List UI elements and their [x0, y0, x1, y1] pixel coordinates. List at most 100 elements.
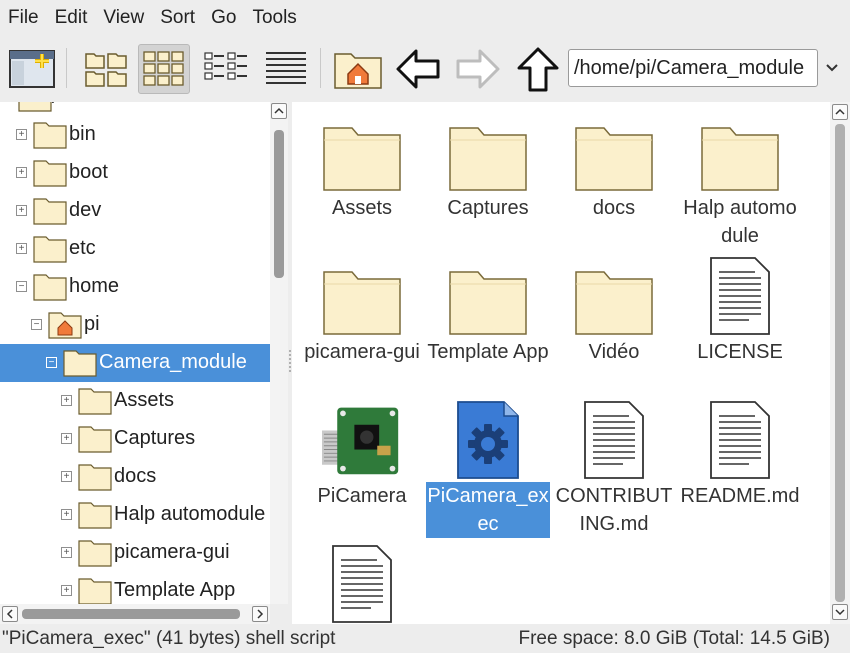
tree-item-assets[interactable]: + Assets [0, 382, 270, 420]
files-scroll-thumb[interactable] [835, 124, 845, 602]
expand-toggle[interactable]: + [61, 395, 72, 406]
tree-item-etc[interactable]: + etc [0, 230, 270, 268]
tree-item-pi[interactable]: − pi [0, 306, 270, 344]
folder-icon [63, 350, 97, 377]
text-file-icon [574, 400, 654, 480]
thumbnail-view-icon [143, 51, 184, 86]
home-button[interactable] [332, 44, 384, 94]
menu-view[interactable]: View [103, 7, 144, 29]
tree-item-dev[interactable]: + dev [0, 192, 270, 230]
tree-horizontal-scrollbar[interactable] [0, 604, 270, 624]
thumbnail-view-button[interactable] [138, 44, 190, 94]
folder-icon [78, 464, 112, 491]
tree-item-captures[interactable]: + Captures [0, 420, 270, 458]
up-arrow-icon [517, 47, 559, 92]
expand-toggle[interactable]: + [61, 471, 72, 482]
tree-item-boot[interactable]: + boot [0, 154, 270, 192]
compact-list-icon [204, 52, 247, 80]
tree-item-home[interactable]: − home [0, 268, 270, 306]
forward-button[interactable] [452, 44, 504, 94]
tree-item-root[interactable]: / [0, 102, 270, 116]
chevron-down-icon [835, 609, 845, 616]
icon-view-button[interactable] [80, 44, 132, 94]
menu-edit[interactable]: Edit [55, 7, 88, 29]
file-item-label: PiCamera_exec [426, 482, 550, 538]
new-window-icon [9, 50, 55, 88]
back-button[interactable] [392, 44, 444, 94]
file-item-label: Vidéo [588, 341, 640, 363]
folder-icon [574, 256, 654, 336]
folder-icon [322, 112, 402, 192]
file-item-label: PiCamera [317, 485, 407, 507]
selection-status: "PiCamera_exec" (41 bytes) shell script [2, 628, 336, 649]
scroll-right-button[interactable] [252, 606, 268, 622]
file-item-label: Halp automodule [683, 197, 797, 247]
expand-toggle[interactable]: + [16, 205, 27, 216]
file-item-label: README.md [680, 485, 800, 507]
tree-item-label: Halp automodule [114, 503, 266, 525]
expand-toggle[interactable]: + [61, 585, 72, 596]
tree-item-halp-automodule[interactable]: + Halp automodule [0, 496, 270, 534]
tree-item-bin[interactable]: + bin [0, 116, 270, 154]
new-window-button[interactable] [6, 44, 58, 94]
tree-item-label: picamera-gui [114, 541, 230, 563]
scroll-down-button[interactable] [832, 604, 848, 620]
compact-view-button[interactable] [200, 44, 252, 94]
tree-hscroll-thumb[interactable] [22, 609, 240, 619]
expand-toggle[interactable]: + [61, 547, 72, 558]
menu-tools[interactable]: Tools [252, 7, 296, 29]
menu-file[interactable]: File [8, 7, 39, 29]
chevron-up-icon [835, 108, 845, 115]
folder-icon [700, 112, 780, 192]
menu-go[interactable]: Go [211, 7, 236, 29]
splitter-grip[interactable] [289, 350, 291, 372]
scroll-up-button[interactable] [832, 104, 848, 120]
detailed-list-icon [266, 52, 306, 84]
expand-toggle[interactable]: + [61, 509, 72, 520]
expand-toggle[interactable]: + [16, 167, 27, 178]
home-folder-icon [334, 53, 382, 89]
location-dropdown-button[interactable] [822, 56, 842, 80]
expand-toggle[interactable]: + [61, 433, 72, 444]
forward-arrow-icon [456, 49, 500, 89]
menu-sort[interactable]: Sort [160, 7, 195, 29]
tree-item-label: docs [114, 465, 157, 487]
tree-item-template-app[interactable]: + Template App [0, 572, 270, 604]
tree-item-label: etc [69, 237, 96, 259]
tree-item-label: Assets [114, 389, 175, 411]
menu-bar: File Edit View Sort Go Tools [0, 0, 850, 36]
folder-icon [448, 112, 528, 192]
collapse-toggle[interactable]: − [31, 319, 42, 330]
file-manager-window: File Edit View Sort Go Tools /home/pi/Ca… [0, 0, 850, 653]
executable-gear-icon [448, 400, 528, 480]
tree-item-picamera-gui[interactable]: + picamera-gui [0, 534, 270, 572]
file-item-label: docs [592, 197, 636, 219]
tree-item-label: / [52, 102, 58, 109]
collapse-toggle[interactable]: − [16, 281, 27, 292]
file-item-label: LICENSE [697, 341, 783, 363]
home-folder-icon [48, 312, 82, 339]
scroll-up-button[interactable] [271, 103, 287, 119]
text-file-icon [700, 256, 780, 336]
directory-tree: / + bin + boot + dev + etc − home − [0, 102, 270, 604]
file-icon-view: Assets Captures docs Halp automodule pic… [292, 102, 830, 624]
folder-icon [33, 274, 67, 301]
chevron-left-icon [6, 609, 13, 619]
files-vertical-scrollbar[interactable] [830, 102, 850, 624]
collapse-toggle[interactable]: − [46, 357, 57, 368]
folder-icon [78, 502, 112, 529]
expand-toggle[interactable]: + [16, 129, 27, 140]
tree-item-docs[interactable]: + docs [0, 458, 270, 496]
folder-icon [33, 236, 67, 263]
detailed-list-view-button[interactable] [260, 44, 312, 94]
folder-icon [33, 160, 67, 187]
location-bar[interactable]: /home/pi/Camera_module [568, 49, 818, 87]
tree-scroll-thumb[interactable] [274, 130, 284, 278]
icon-view-icon [85, 53, 127, 87]
scroll-left-button[interactable] [2, 606, 18, 622]
expand-toggle[interactable]: + [16, 243, 27, 254]
folder-icon [33, 122, 67, 149]
tree-item-camera-module[interactable]: − Camera_module [0, 344, 270, 382]
up-button[interactable] [512, 44, 564, 94]
tree-vertical-scrollbar[interactable] [270, 102, 288, 604]
